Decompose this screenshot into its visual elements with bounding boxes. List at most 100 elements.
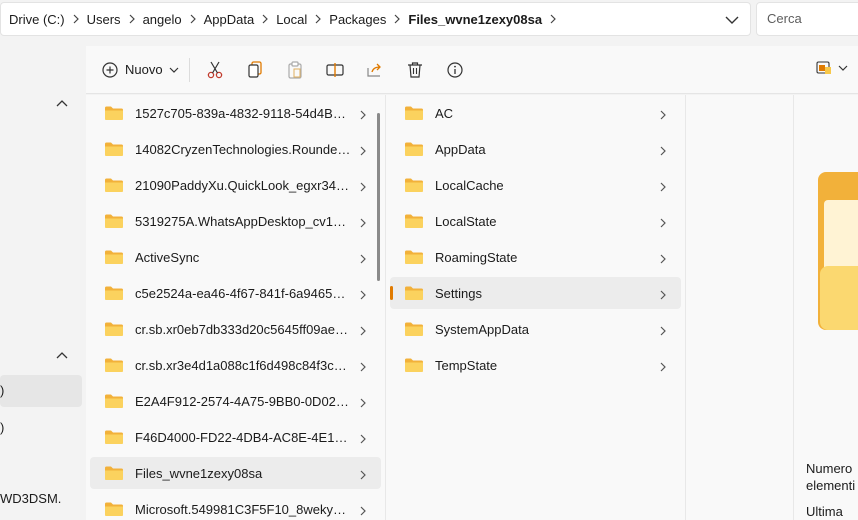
- vertical-scrollbar[interactable]: [377, 113, 380, 281]
- delete-icon[interactable]: [400, 55, 430, 85]
- breadcrumb-chevron-icon[interactable]: [542, 14, 564, 24]
- folder-name: E2A4F912-2574-4A75-9BB0-0D023378592B_: [135, 393, 351, 409]
- folder-row[interactable]: 5319275A.WhatsAppDesktop_cv1g1gvanyjgm: [90, 205, 381, 237]
- folder-name: Files_wvne1zexy08sa: [135, 465, 263, 481]
- folder-row[interactable]: 1527c705-839a-4832-9118-54d4Bd6a0c89_: [90, 97, 381, 129]
- breadcrumb-item[interactable]: Drive (C:): [9, 12, 65, 27]
- folder-row[interactable]: Settings: [390, 277, 681, 309]
- folder-row[interactable]: AC: [390, 97, 681, 129]
- folder-row[interactable]: LocalCache: [390, 169, 681, 201]
- chevron-right-icon[interactable]: [659, 216, 667, 228]
- collapse-chevron-icon[interactable]: [55, 96, 69, 110]
- chevron-right-icon[interactable]: [359, 252, 367, 264]
- paste-icon[interactable]: [280, 55, 310, 85]
- column-empty[interactable]: [686, 95, 794, 520]
- chevron-right-icon[interactable]: [359, 468, 367, 480]
- nav-item-drive-2[interactable]: ): [0, 412, 82, 444]
- cut-icon[interactable]: [200, 55, 230, 85]
- view-options[interactable]: [816, 60, 848, 76]
- rename-icon[interactable]: [320, 55, 350, 85]
- address-bar[interactable]: Drive (C:) Users angelo AppData Local Package…: [0, 2, 751, 36]
- folder-icon: [104, 141, 124, 157]
- chevron-right-icon[interactable]: [659, 108, 667, 120]
- chevron-down-icon[interactable]: [724, 12, 740, 28]
- nav-item-label: ): [0, 420, 5, 435]
- breadcrumb-item[interactable]: Packages: [329, 12, 386, 27]
- folder-icon: [404, 141, 424, 157]
- folder-icon: [104, 393, 124, 409]
- folder-name: cr.sb.xr3e4d1a088c1f6d498c84f3c8a2e: [135, 357, 351, 373]
- folder-row[interactable]: cr.sb.xr3e4d1a088c1f6d498c84f3c8a2e: [90, 349, 381, 381]
- folder-name: 5319275A.WhatsAppDesktop_cv1g1gvanyjgm: [135, 213, 351, 229]
- nav-item-drive[interactable]: ): [0, 375, 82, 407]
- folder-icon: [404, 249, 424, 265]
- breadcrumb-chevron-icon[interactable]: [386, 14, 408, 24]
- chevron-right-icon[interactable]: [659, 180, 667, 192]
- folder-name: F46D4000-FD22-4DB4-AC8E-4E1DDDE828FE_: [135, 429, 351, 445]
- folder-row[interactable]: AppData: [390, 133, 681, 165]
- breadcrumb-chevron-icon[interactable]: [307, 14, 329, 24]
- folder-row[interactable]: c5e2524a-ea46-4f67-841f-6a9465d9d515_: [90, 277, 381, 309]
- folder-name: AppData: [435, 141, 486, 157]
- folder-name: LocalState: [435, 213, 497, 229]
- chevron-right-icon[interactable]: [359, 216, 367, 228]
- folder-row[interactable]: 14082CryzenTechnologies.RoundedTB_: [90, 133, 381, 165]
- folder-row[interactable]: TempState: [390, 349, 681, 381]
- new-button[interactable]: Nuovo: [102, 54, 179, 86]
- folder-icon: [104, 321, 124, 337]
- chevron-right-icon[interactable]: [659, 144, 667, 156]
- chevron-right-icon[interactable]: [359, 288, 367, 300]
- folder-icon: [104, 501, 124, 517]
- folder-name: Microsoft.549981C3F5F10_8wekyb3d8bbwe: [135, 501, 351, 517]
- nav-item-network[interactable]: WD3DSM.: [0, 483, 82, 515]
- folder-row[interactable]: 21090PaddyXu.QuickLook_egxr34yet59: [90, 169, 381, 201]
- chevron-right-icon[interactable]: [359, 324, 367, 336]
- chevron-right-icon[interactable]: [359, 360, 367, 372]
- folder-row[interactable]: F46D4000-FD22-4DB4-AC8E-4E1DDDE828FE_: [90, 421, 381, 453]
- chevron-right-icon[interactable]: [359, 144, 367, 156]
- folder-row[interactable]: Files_wvne1zexy08sa: [90, 457, 381, 489]
- chevron-right-icon[interactable]: [659, 288, 667, 300]
- chevron-right-icon[interactable]: [659, 360, 667, 372]
- folder-icon: [104, 105, 124, 121]
- chevron-down-icon: [838, 65, 848, 71]
- breadcrumb-item[interactable]: AppData: [204, 12, 255, 27]
- folder-row[interactable]: LocalState: [390, 205, 681, 237]
- folder-row[interactable]: cr.sb.xr0eb7db333d20c5645ff09ae2b6b: [90, 313, 381, 345]
- folder-icon: [404, 321, 424, 337]
- folder-name: Settings: [435, 285, 482, 301]
- breadcrumb-item[interactable]: Users: [87, 12, 121, 27]
- toolbar-divider: [188, 57, 190, 82]
- search-input[interactable]: Cerca: [756, 2, 858, 36]
- details-pane-icon: [816, 61, 831, 74]
- breadcrumb: Drive (C:) Users angelo AppData Local Package…: [1, 3, 564, 35]
- breadcrumb-chevron-icon[interactable]: [254, 14, 276, 24]
- chevron-right-icon[interactable]: [359, 504, 367, 516]
- folder-row[interactable]: Microsoft.549981C3F5F10_8wekyb3d8bbwe: [90, 493, 381, 520]
- column-files-package[interactable]: AC AppData LocalCache LocalState RoamingStat…: [386, 95, 686, 520]
- folder-row[interactable]: SystemAppData: [390, 313, 681, 345]
- breadcrumb-item[interactable]: Local: [276, 12, 307, 27]
- breadcrumb-chevron-icon[interactable]: [121, 14, 143, 24]
- column-packages[interactable]: 1527c705-839a-4832-9118-54d4Bd6a0c89_ 140…: [86, 95, 386, 520]
- breadcrumb-item[interactable]: Files_wvne1zexy08sa: [408, 12, 542, 27]
- share-icon[interactable]: [360, 55, 390, 85]
- chevron-right-icon[interactable]: [659, 252, 667, 264]
- chevron-right-icon[interactable]: [659, 324, 667, 336]
- breadcrumb-item[interactable]: angelo: [143, 12, 182, 27]
- collapse-chevron-icon[interactable]: [55, 348, 69, 362]
- chevron-right-icon[interactable]: [359, 396, 367, 408]
- breadcrumb-chevron-icon[interactable]: [182, 14, 204, 24]
- folder-name: cr.sb.xr0eb7db333d20c5645ff09ae2b6b: [135, 321, 351, 337]
- details-label-count: Numero: [806, 461, 853, 476]
- folder-row[interactable]: RoamingState: [390, 241, 681, 273]
- folder-row[interactable]: ActiveSync: [90, 241, 381, 273]
- folder-row[interactable]: E2A4F912-2574-4A75-9BB0-0D023378592B_: [90, 385, 381, 417]
- breadcrumb-chevron-icon[interactable]: [65, 14, 87, 24]
- copy-icon[interactable]: [240, 55, 270, 85]
- chevron-right-icon[interactable]: [359, 432, 367, 444]
- info-icon[interactable]: [440, 55, 470, 85]
- navigation-pane[interactable]: ) ) WD3DSM.: [0, 46, 86, 520]
- chevron-right-icon[interactable]: [359, 180, 367, 192]
- chevron-right-icon[interactable]: [359, 108, 367, 120]
